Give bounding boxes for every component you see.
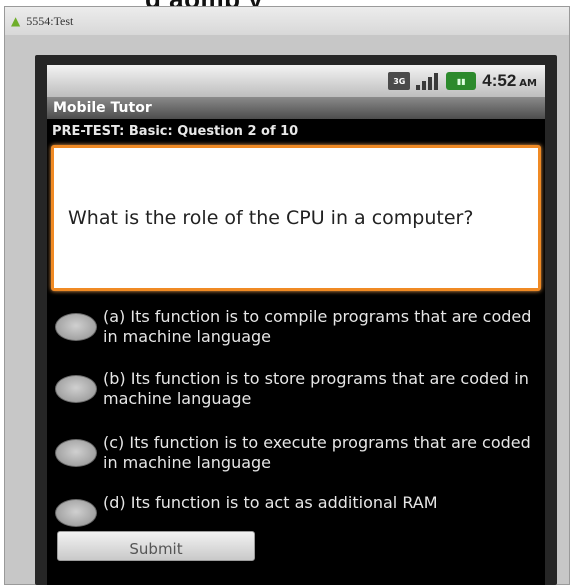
signal-icon — [416, 72, 440, 90]
radio-button[interactable] — [55, 375, 97, 403]
radio-button[interactable] — [55, 439, 97, 467]
question-header: PRE-TEST: Basic: Question 2 of 10 — [52, 124, 299, 139]
battery-icon: ▮▮ — [446, 72, 477, 90]
choice-b[interactable]: (b) Its function is to store programs th… — [55, 369, 539, 409]
window-title: 5554:Test — [26, 13, 74, 28]
question-box: What is the role of the CPU in a compute… — [51, 145, 541, 291]
app-title: Mobile Tutor — [53, 100, 152, 116]
radio-button[interactable] — [55, 313, 97, 341]
submit-button[interactable]: Submit — [57, 531, 255, 561]
phone-frame: 3G ▮▮ 4:52 AM Mobile Tutor PRE-TEST: Basi… — [35, 55, 557, 585]
choice-label: (b) Its function is to store programs th… — [103, 369, 529, 408]
emulator-window: ▲ 5554:Test 3G ▮▮ 4:52 AM Mobile Tutor PR… — [4, 6, 570, 585]
question-text: What is the role of the CPU in a compute… — [68, 206, 474, 229]
emulator-titlebar: ▲ 5554:Test — [5, 7, 569, 35]
clock: 4:52 AM — [482, 71, 537, 91]
choice-label: (c) Its function is to execute programs … — [103, 433, 531, 472]
clock-ampm: AM — [519, 78, 537, 89]
data-3g-icon: 3G — [388, 72, 411, 90]
choice-c[interactable]: (c) Its function is to execute programs … — [55, 433, 539, 473]
choice-a[interactable]: (a) Its function is to compile programs … — [55, 307, 539, 347]
clock-time: 4:52 — [482, 71, 517, 90]
app-title-bar: Mobile Tutor — [47, 97, 545, 119]
android-icon: ▲ — [11, 14, 21, 28]
choice-label: (a) Its function is to compile programs … — [103, 307, 532, 346]
phone-screen: 3G ▮▮ 4:52 AM Mobile Tutor PRE-TEST: Basi… — [47, 65, 545, 585]
radio-button[interactable] — [55, 499, 97, 527]
status-bar: 3G ▮▮ 4:52 AM — [47, 65, 545, 97]
choice-label: (d) Its function is to act as additional… — [103, 493, 438, 512]
choice-d[interactable]: (d) Its function is to act as additional… — [55, 493, 539, 527]
